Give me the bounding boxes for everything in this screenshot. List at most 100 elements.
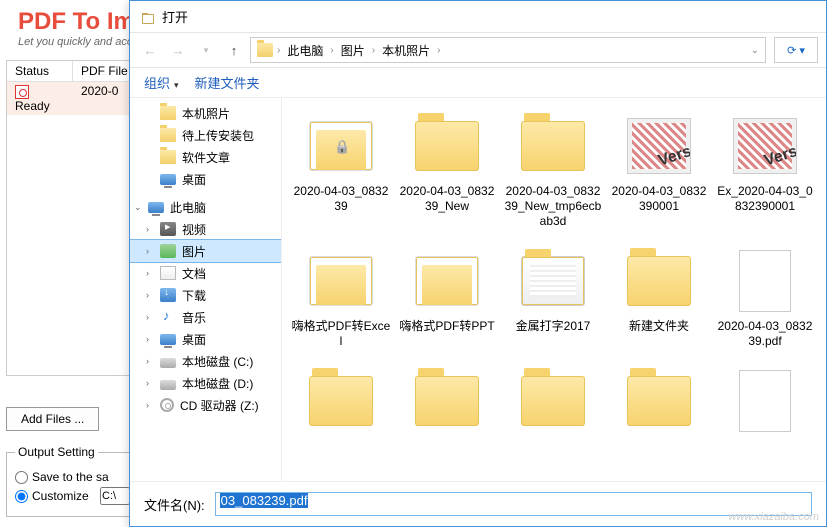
chevron-down-icon[interactable]: ⌄ (134, 202, 142, 213)
file-item[interactable] (606, 369, 712, 439)
file-thumbnail: Versi (729, 114, 801, 178)
filename-input[interactable]: 03_083239.pdf (215, 492, 812, 516)
file-item[interactable]: 2020-04-03_083239_New (394, 114, 500, 229)
chevron-right-icon: › (437, 45, 440, 56)
nav-up-button[interactable]: ↑ (222, 38, 246, 62)
drive-icon (160, 380, 176, 390)
file-thumbnail (305, 369, 377, 433)
music-icon (160, 310, 176, 324)
tree-item[interactable]: ›视频 (130, 218, 281, 240)
file-item[interactable]: 2020-04-03_083239.pdf (712, 249, 818, 349)
refresh-button[interactable]: ⟳ ▾ (774, 37, 818, 63)
breadcrumb-seg[interactable]: 图片 (338, 41, 368, 60)
dialog-command-bar: 组织 新建文件夹 (130, 68, 826, 98)
nav-tree[interactable]: 本机照片待上传安装包软件文章桌面⌄此电脑›视频›图片›文档›下载›音乐›桌面›本… (130, 98, 282, 481)
file-thumbnail (623, 369, 695, 433)
file-item[interactable] (394, 369, 500, 439)
tree-item[interactable]: ›图片 (130, 240, 281, 262)
chevron-right-icon[interactable]: › (146, 356, 149, 366)
address-bar[interactable]: › 此电脑 › 图片 › 本机照片 › ⌄ (250, 37, 766, 63)
chevron-right-icon[interactable]: › (146, 378, 149, 388)
file-thumbnail (411, 369, 483, 433)
chevron-right-icon[interactable]: › (146, 290, 149, 300)
organize-menu[interactable]: 组织 (144, 73, 179, 92)
file-item[interactable]: 嗨格式PDF转Excel (288, 249, 394, 349)
col-file: PDF File (73, 61, 137, 81)
tree-item[interactable]: ›音乐 (130, 306, 281, 328)
new-folder-button[interactable]: 新建文件夹 (195, 73, 260, 92)
tree-item[interactable]: ›桌面 (130, 328, 281, 350)
filename-label: 文件名(N): (144, 495, 205, 514)
chevron-right-icon[interactable]: › (146, 246, 149, 256)
file-item[interactable] (712, 369, 818, 439)
dialog-titlebar[interactable]: 打开 (130, 1, 826, 32)
tree-item[interactable]: 待上传安装包 (130, 124, 281, 146)
chevron-right-icon: › (330, 45, 333, 56)
file-name: 2020-04-03_083239_New_tmp6ecbab3d (503, 184, 603, 229)
file-item[interactable]: 新建文件夹 (606, 249, 712, 349)
file-thumbnail (411, 114, 483, 178)
output-path[interactable] (100, 487, 130, 505)
add-files-button[interactable]: Add Files ... (6, 407, 99, 431)
folder-icon (160, 150, 176, 164)
file-item[interactable]: 金属打字2017 (500, 249, 606, 349)
tree-item[interactable]: ›本地磁盘 (C:) (130, 350, 281, 372)
file-thumbnail (729, 249, 801, 313)
file-thumbnail (517, 114, 589, 178)
monitor-icon (148, 202, 164, 213)
tree-item[interactable]: ›本地磁盘 (D:) (130, 372, 281, 394)
file-thumbnail (411, 249, 483, 313)
file-item[interactable]: Versi2020-04-03_0832390001 (606, 114, 712, 229)
dialog-footer: 文件名(N): 03_083239.pdf (130, 481, 826, 526)
chevron-right-icon: › (372, 45, 375, 56)
video-icon (160, 222, 176, 236)
cd-icon (160, 398, 174, 412)
nav-back-button[interactable]: ← (138, 38, 162, 62)
dialog-nav-toolbar: ← → ▾ ↑ › 此电脑 › 图片 › 本机照片 › ⌄ ⟳ ▾ (130, 32, 826, 68)
chevron-right-icon[interactable]: › (146, 400, 149, 410)
file-name: 2020-04-03_083239.pdf (715, 319, 815, 349)
folder-open-icon (140, 9, 156, 25)
file-item[interactable] (288, 369, 394, 439)
tree-item[interactable]: ›下载 (130, 284, 281, 306)
file-thumbnail: Versi (623, 114, 695, 178)
watermark: www.xiazaiba.com (729, 511, 819, 523)
chevron-right-icon[interactable]: › (146, 224, 149, 234)
pic-icon (160, 244, 176, 258)
file-name: 2020-04-03_083239_New (397, 184, 497, 214)
chevron-down-icon[interactable]: ⌄ (751, 45, 759, 56)
file-name: 嗨格式PDF转PPT (399, 319, 494, 334)
tree-item[interactable]: 桌面 (130, 168, 281, 190)
tree-item[interactable]: 本机照片 (130, 102, 281, 124)
pdf-icon (15, 85, 29, 99)
file-thumbnail (305, 249, 377, 313)
file-thumbnail (517, 369, 589, 433)
file-item[interactable] (500, 369, 606, 439)
file-item[interactable]: VersiEx_2020-04-03_0832390001 (712, 114, 818, 229)
file-item[interactable]: 2020-04-03_083239 (288, 114, 394, 229)
tree-item-pc[interactable]: ⌄此电脑 (130, 196, 281, 218)
down-icon (160, 288, 176, 302)
file-list[interactable]: 2020-04-03_0832392020-04-03_083239_New20… (282, 98, 826, 481)
file-name: 金属打字2017 (516, 319, 591, 334)
nav-dropdown-icon[interactable]: ▾ (194, 38, 218, 62)
monitor-icon (160, 174, 176, 185)
tree-item[interactable]: ›文档 (130, 262, 281, 284)
chevron-right-icon[interactable]: › (146, 268, 149, 278)
nav-forward-button[interactable]: → (166, 38, 190, 62)
file-item[interactable]: 2020-04-03_083239_New_tmp6ecbab3d (500, 114, 606, 229)
tree-item[interactable]: 软件文章 (130, 146, 281, 168)
file-item[interactable]: 嗨格式PDF转PPT (394, 249, 500, 349)
chevron-right-icon[interactable]: › (146, 312, 149, 322)
breadcrumb-seg[interactable]: 本机照片 (379, 41, 433, 60)
file-name: 新建文件夹 (629, 319, 689, 334)
file-thumbnail (623, 249, 695, 313)
file-name: 2020-04-03_083239 (291, 184, 391, 214)
chevron-right-icon[interactable]: › (146, 334, 149, 344)
doc-icon (160, 266, 176, 280)
breadcrumb-seg[interactable]: 此电脑 (284, 41, 326, 60)
folder-icon (160, 128, 176, 142)
tree-item[interactable]: ›CD 驱动器 (Z:) (130, 394, 281, 416)
folder-icon (257, 43, 273, 57)
folder-icon (160, 106, 176, 120)
